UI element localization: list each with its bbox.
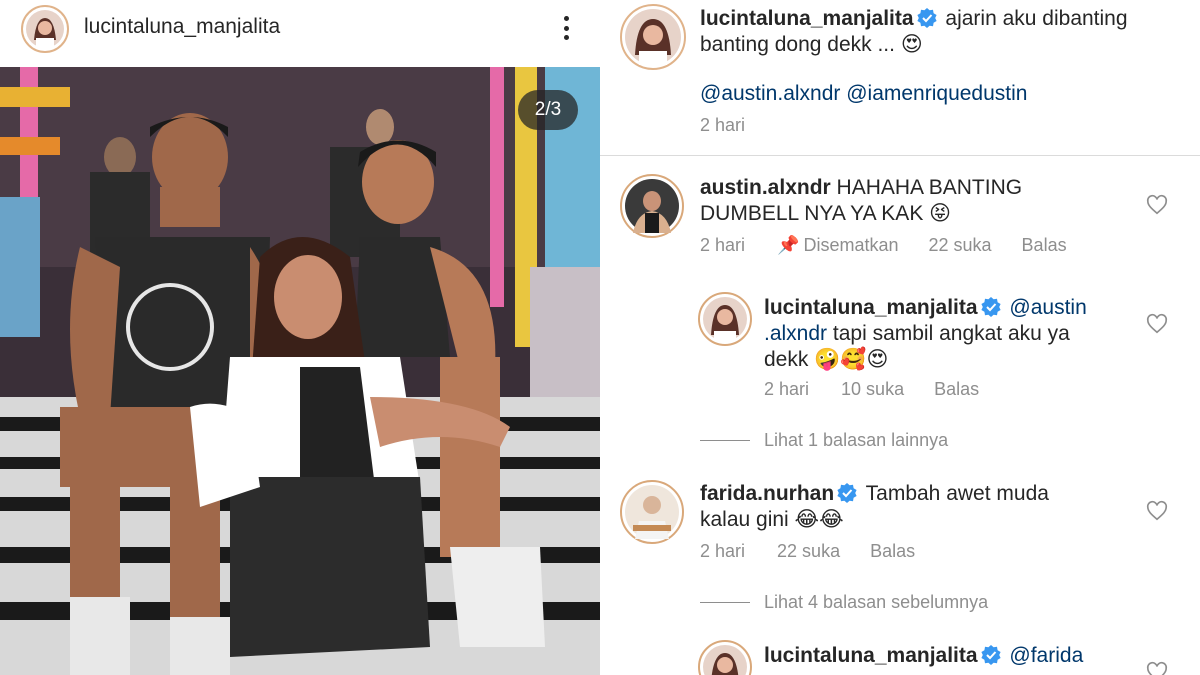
caption-divider — [600, 155, 1200, 156]
view-more-replies-button[interactable]: Lihat 1 balasan lainnya — [700, 430, 948, 451]
reply-comment: lucintaluna_manjalita @farida — [764, 643, 1114, 669]
more-options-icon[interactable] — [556, 12, 576, 44]
comment-likes[interactable]: 22 suka — [929, 235, 992, 256]
comment-likes[interactable]: 10 suka — [841, 379, 904, 400]
verified-badge-icon — [837, 483, 857, 503]
view-previous-replies-button[interactable]: Lihat 4 balasan sebelumnya — [700, 592, 988, 613]
post-header: lucintaluna_manjalita — [0, 0, 600, 67]
comment-meta: 2 hari 📌 Disematkan 22 suka Balas — [700, 235, 1067, 256]
reply-button[interactable]: Balas — [934, 379, 979, 400]
comment-meta: 2 hari 10 suka Balas — [764, 379, 979, 400]
avatar-image — [703, 297, 747, 341]
comment: farida.nurhan Tambah awet muda kalau gin… — [700, 481, 1100, 533]
reply-button[interactable]: Balas — [870, 541, 915, 562]
comment-username[interactable]: lucintaluna_manjalita — [764, 644, 978, 667]
view-previous-replies-label: Lihat 4 balasan sebelumnya — [764, 592, 989, 612]
comment-username[interactable]: lucintaluna_manjalita — [764, 296, 978, 319]
reply-avatar[interactable] — [698, 292, 752, 346]
photo-image — [0, 67, 600, 675]
post-author-username[interactable]: lucintaluna_manjalita — [84, 15, 280, 39]
post-photo[interactable] — [0, 67, 600, 675]
verified-badge-icon — [980, 297, 1001, 317]
like-heart-icon[interactable] — [1146, 661, 1168, 675]
verified-badge-icon — [980, 645, 1001, 665]
comment-meta: 2 hari 22 suka Balas — [700, 541, 915, 562]
verified-badge-icon — [916, 8, 937, 28]
comment: austin.alxndr HAHAHA BANTING DUMBELL NYA… — [700, 175, 1100, 227]
image-counter: 2/3 — [518, 90, 578, 130]
comment-avatar[interactable] — [620, 480, 684, 544]
caption: lucintaluna_manjalita ajarin aku dibanti… — [700, 6, 1160, 58]
reply-button[interactable]: Balas — [1022, 235, 1067, 256]
caption-author-avatar[interactable] — [620, 4, 686, 70]
reply-comment: lucintaluna_manjalita @austin .alxndr ta… — [764, 295, 1114, 373]
avatar-image — [625, 179, 679, 233]
comment-timestamp: 2 hari — [764, 379, 810, 399]
comment-mention[interactable]: @farida — [1009, 644, 1083, 667]
view-more-replies-label: Lihat 1 balasan lainnya — [764, 430, 949, 450]
caption-mentions[interactable]: @austin.alxndr @iamenriquedustin — [700, 82, 1027, 106]
post-author-avatar[interactable] — [21, 5, 69, 53]
reply-avatar[interactable] — [698, 640, 752, 675]
like-heart-icon[interactable] — [1146, 313, 1168, 335]
avatar-image — [703, 645, 747, 675]
avatar-image — [625, 9, 681, 65]
avatar-image — [26, 10, 64, 48]
comment-likes[interactable]: 22 suka — [777, 541, 840, 562]
comment-timestamp: 2 hari — [700, 235, 746, 255]
pinned-label: Disematkan — [803, 235, 899, 255]
caption-timestamp: 2 hari — [700, 115, 746, 135]
avatar-image — [625, 485, 679, 539]
comment-avatar[interactable] — [620, 174, 684, 238]
comment-timestamp: 2 hari — [700, 541, 746, 561]
divider-line — [700, 602, 750, 603]
divider-line — [700, 440, 750, 441]
like-heart-icon[interactable] — [1146, 500, 1168, 522]
comment-username[interactable]: farida.nurhan — [700, 482, 834, 505]
caption-username[interactable]: lucintaluna_manjalita — [700, 7, 914, 30]
post-panel: lucintaluna_manjalita 2/3 — [0, 0, 600, 675]
like-heart-icon[interactable] — [1146, 194, 1168, 216]
comment-username[interactable]: austin.alxndr — [700, 176, 831, 199]
pin-icon: 📌 — [777, 235, 800, 255]
